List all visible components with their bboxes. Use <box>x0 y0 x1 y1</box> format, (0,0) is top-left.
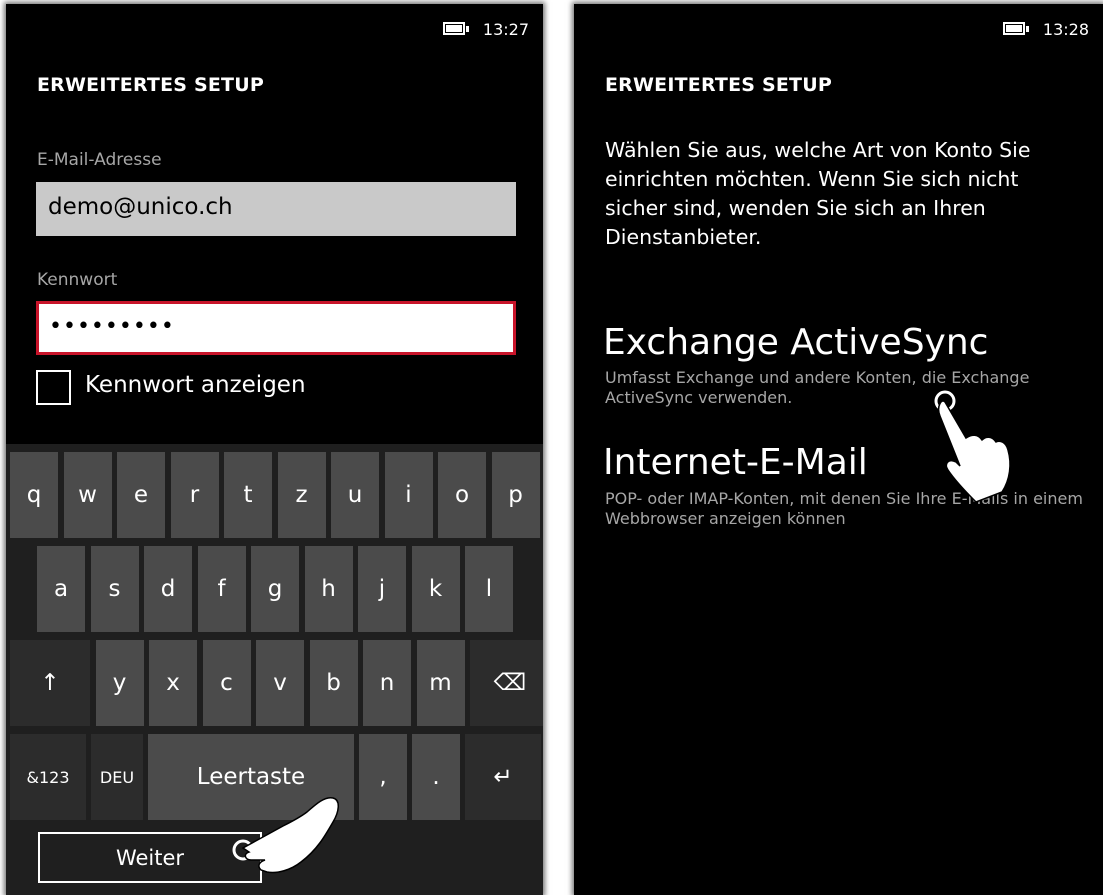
password-field[interactable]: ••••••••• <box>36 301 516 355</box>
key-p[interactable]: p <box>491 452 540 538</box>
key-k[interactable]: k <box>411 546 460 632</box>
email-label: E-Mail-Adresse <box>37 150 162 170</box>
battery-charging-icon <box>442 22 469 37</box>
status-time: 13:27 <box>482 20 529 39</box>
key-t[interactable]: t <box>224 452 272 538</box>
key-j[interactable]: j <box>358 546 406 632</box>
phone-screen-login: 13:27 ERWEITERTES SETUP E-Mail-Adresse d… <box>6 4 543 895</box>
key-l[interactable]: l <box>465 546 513 632</box>
key-g[interactable]: g <box>251 546 299 632</box>
key-s[interactable]: s <box>90 546 139 632</box>
key-comma[interactable]: , <box>359 734 407 820</box>
key-d[interactable]: d <box>144 546 192 632</box>
key-x[interactable]: x <box>149 640 197 726</box>
key-123[interactable]: &123 <box>10 734 86 820</box>
status-time: 13:28 <box>1042 20 1089 39</box>
key-z[interactable]: z <box>277 452 326 538</box>
option-title[interactable]: Exchange ActiveSync <box>603 322 988 363</box>
pointer-hand-icon <box>934 390 1011 503</box>
key-o[interactable]: o <box>438 452 486 538</box>
enter-icon[interactable]: ↵ <box>465 734 541 820</box>
key-n[interactable]: n <box>363 640 411 726</box>
key-w[interactable]: w <box>63 452 112 538</box>
key-y[interactable]: y <box>95 640 144 726</box>
key-v[interactable]: v <box>256 640 304 726</box>
instruction-text: Wählen Sie aus, welche Art von Konto Sie… <box>605 138 1031 249</box>
key-a[interactable]: a <box>37 546 85 632</box>
shift-icon[interactable]: ↑ <box>10 640 90 726</box>
key-h[interactable]: h <box>304 546 353 632</box>
key-u[interactable]: u <box>331 452 379 538</box>
password-label: Kennwort <box>37 270 118 290</box>
page-title: ERWEITERTES SETUP <box>605 74 832 96</box>
key-e[interactable]: e <box>117 452 165 538</box>
key-q[interactable]: q <box>10 452 58 538</box>
key-period[interactable]: . <box>412 734 460 820</box>
page-title: ERWEITERTES SETUP <box>37 74 264 96</box>
key-c[interactable]: c <box>202 640 251 726</box>
backspace-icon[interactable]: ⌫ <box>470 640 543 726</box>
status-bar: 13:28 <box>1002 20 1089 39</box>
key-b[interactable]: b <box>309 640 358 726</box>
key-i[interactable]: i <box>384 452 433 538</box>
pointer-hand-icon <box>232 796 339 874</box>
email-field[interactable]: demo@unico.ch <box>36 182 516 236</box>
status-bar: 13:27 <box>442 20 529 39</box>
option-title[interactable]: Internet-E-Mail <box>603 442 868 483</box>
show-password-checkbox[interactable] <box>36 370 71 405</box>
phone-screen-account-type: 13:28 ERWEITERTES SETUP Wählen Sie aus, … <box>574 4 1103 895</box>
show-password-label[interactable]: Kennwort anzeigen <box>85 372 306 398</box>
battery-charging-icon <box>1002 22 1029 37</box>
key-m[interactable]: m <box>416 640 465 726</box>
key-f[interactable]: f <box>197 546 246 632</box>
key-language[interactable]: DEU <box>91 734 143 820</box>
key-r[interactable]: r <box>170 452 219 538</box>
